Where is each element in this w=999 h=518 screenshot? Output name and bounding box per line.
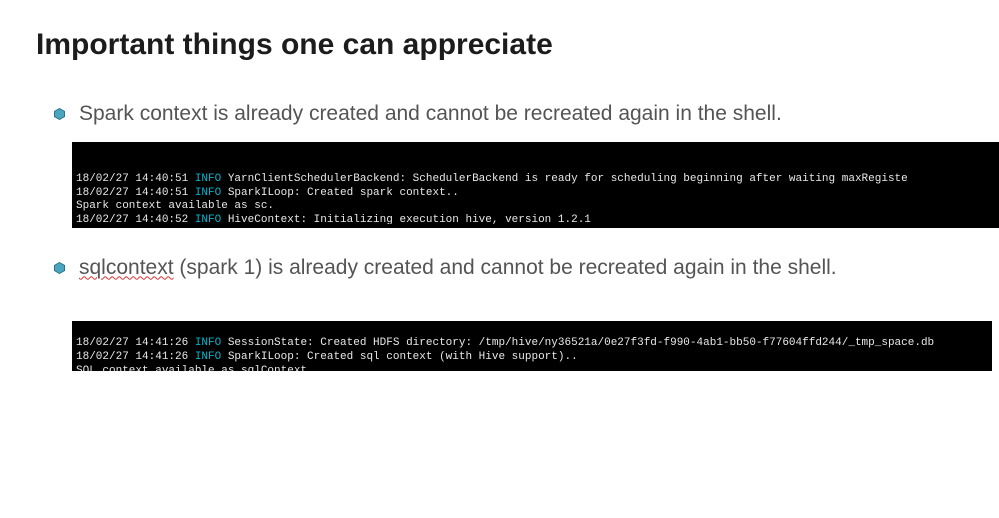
terminal-cut-bottom: [72, 224, 999, 228]
hex-bullet-icon: [54, 108, 65, 120]
bullet-text-1: Spark context is already created and can…: [79, 100, 782, 128]
bullet-item-1: Spark context is already created and can…: [54, 100, 963, 128]
bullet-text-2: sqlcontext (spark 1) is already created …: [79, 254, 837, 282]
log-line: Spark context available as sc.: [76, 200, 274, 212]
slide: Important things one can appreciate Spar…: [0, 0, 999, 518]
log-line: 18/02/27 14:40:51 INFO SparkILoop: Creat…: [76, 187, 459, 199]
terminal-output-2: 18/02/27 14:41:26 INFO SessionState: Cre…: [72, 321, 992, 371]
hex-bullet-icon: [54, 262, 65, 274]
log-level: INFO: [195, 351, 221, 363]
log-level: INFO: [195, 337, 221, 349]
terminal-output-1: 18/02/27 14:40:51 INFO YarnClientSchedul…: [72, 142, 999, 228]
log-line: 18/02/27 14:40:51 INFO YarnClientSchedul…: [76, 173, 908, 185]
bullet-item-2: sqlcontext (spark 1) is already created …: [54, 254, 963, 282]
page-title: Important things one can appreciate: [36, 28, 963, 62]
spellcheck-term: sqlcontext: [79, 256, 174, 279]
log-level: INFO: [195, 173, 221, 185]
terminal-cut-top: [72, 142, 999, 145]
log-level: INFO: [195, 187, 221, 199]
log-line: 18/02/27 14:41:26 INFO SessionState: Cre…: [76, 337, 934, 349]
log-line: 18/02/27 14:41:26 INFO SparkILoop: Creat…: [76, 351, 578, 363]
log-line: SQL context available as sqlContext.: [76, 365, 314, 371]
